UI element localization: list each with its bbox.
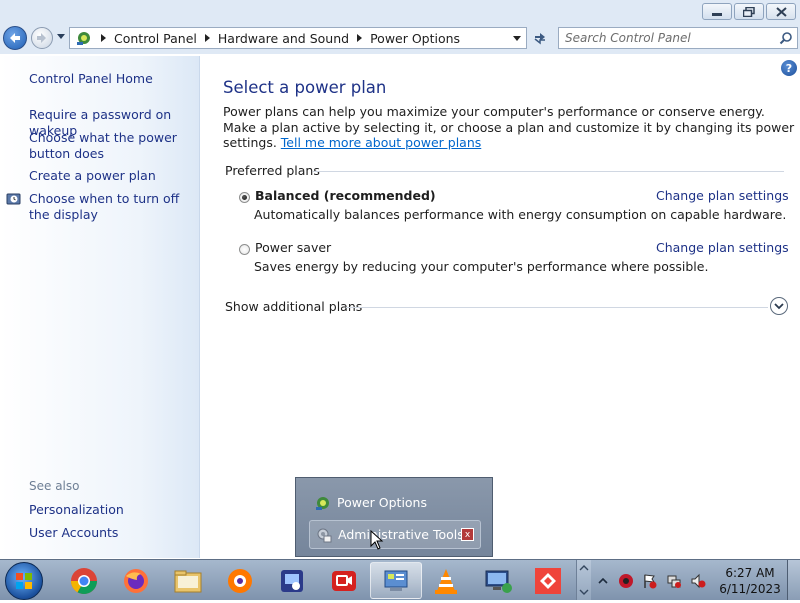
popup-item-power-options[interactable]: Power Options bbox=[309, 488, 481, 517]
control-panel-icon bbox=[77, 32, 90, 45]
taskbar-scroll-buttons[interactable] bbox=[576, 560, 591, 600]
forward-button[interactable] bbox=[31, 27, 53, 49]
power-saver-radio[interactable] bbox=[239, 244, 250, 255]
forward-arrow-icon bbox=[37, 33, 46, 43]
recorder-icon bbox=[332, 570, 356, 591]
preferred-plans-heading: Preferred plans bbox=[225, 163, 320, 178]
power-saver-plan-description: Saves energy by reducing your computer's… bbox=[254, 259, 709, 274]
close-window-button[interactable]: x bbox=[461, 528, 474, 541]
breadcrumb-separator[interactable] bbox=[204, 34, 210, 42]
popup-item-administrative-tools[interactable]: Administrative Tools x bbox=[309, 520, 481, 549]
chevron-down-icon bbox=[774, 303, 784, 310]
personalization-link[interactable]: Personalization bbox=[29, 502, 197, 518]
taskbar-avast[interactable] bbox=[214, 562, 266, 599]
power-button-link[interactable]: Choose what the power button does bbox=[29, 130, 197, 161]
taskbar-window-list-popup: Power Options Administrative Tools x bbox=[295, 477, 493, 557]
left-task-pane: Control Panel Home Require a password on… bbox=[0, 56, 200, 558]
avast-icon bbox=[228, 568, 252, 593]
chrome-icon bbox=[71, 567, 97, 594]
expand-plans-button[interactable] bbox=[770, 297, 788, 315]
remote-app-icon bbox=[281, 569, 303, 592]
popup-item-label: Power Options bbox=[337, 495, 427, 510]
clock-date: 6/11/2023 bbox=[719, 582, 781, 596]
title-bar bbox=[0, 0, 800, 24]
power-saver-plan-name[interactable]: Power saver bbox=[255, 240, 331, 255]
taskbar-chrome[interactable] bbox=[58, 562, 110, 599]
taskbar-control-panel[interactable] bbox=[370, 562, 422, 599]
minimize-icon bbox=[712, 12, 722, 16]
anydesk-icon bbox=[535, 567, 561, 594]
firefox-icon bbox=[124, 568, 148, 593]
create-power-plan-link[interactable]: Create a power plan bbox=[29, 168, 197, 184]
network-icon[interactable] bbox=[666, 573, 682, 589]
remote-desktop-icon bbox=[485, 570, 512, 593]
windows-logo-icon bbox=[16, 573, 32, 589]
refresh-button[interactable] bbox=[530, 28, 550, 48]
taskbar-remote-app[interactable] bbox=[266, 562, 318, 599]
balanced-radio[interactable] bbox=[239, 192, 250, 203]
breadcrumb-separator[interactable] bbox=[357, 34, 363, 42]
taskbar-file-explorer[interactable] bbox=[162, 562, 214, 599]
breadcrumb-separator[interactable] bbox=[101, 34, 106, 42]
page-title: Select a power plan bbox=[223, 78, 387, 97]
restore-button[interactable] bbox=[734, 3, 764, 20]
taskbar-firefox[interactable] bbox=[110, 562, 162, 599]
address-bar[interactable]: Control Panel Hardware and Sound Power O… bbox=[69, 27, 527, 49]
system-tray bbox=[618, 571, 718, 591]
back-button[interactable] bbox=[3, 26, 27, 50]
mouse-cursor-icon bbox=[370, 530, 384, 550]
restore-icon bbox=[743, 6, 755, 17]
start-button[interactable] bbox=[5, 562, 43, 600]
divider bbox=[346, 307, 768, 308]
close-icon bbox=[775, 6, 787, 17]
show-additional-plans-label[interactable]: Show additional plans bbox=[225, 299, 362, 314]
balanced-plan-name[interactable]: Balanced (recommended) bbox=[255, 188, 436, 203]
popup-item-label: Administrative Tools bbox=[338, 527, 464, 542]
breadcrumb-power-options[interactable]: Power Options bbox=[370, 31, 460, 46]
taskbar-vlc[interactable] bbox=[420, 562, 472, 599]
user-accounts-link[interactable]: User Accounts bbox=[29, 525, 197, 541]
taskbar-screen-recorder[interactable] bbox=[318, 562, 370, 599]
see-also-heading: See also bbox=[29, 479, 80, 493]
taskbar-anydesk[interactable] bbox=[522, 562, 574, 599]
back-arrow-icon bbox=[10, 33, 20, 43]
clock-time: 6:27 AM bbox=[725, 566, 775, 580]
divider bbox=[313, 171, 784, 172]
refresh-icon bbox=[534, 33, 545, 45]
action-center-flag-icon[interactable] bbox=[642, 573, 658, 589]
search-input[interactable] bbox=[565, 29, 775, 47]
address-history-dropdown[interactable] bbox=[513, 36, 521, 41]
taskbar-clock[interactable]: 6:27 AM 6/11/2023 bbox=[719, 565, 781, 597]
intro-text: Power plans can help you maximize your c… bbox=[223, 104, 795, 151]
breadcrumb-hardware-and-sound[interactable]: Hardware and Sound bbox=[218, 31, 349, 46]
turn-off-display-link[interactable]: Choose when to turn off the display bbox=[29, 191, 197, 222]
recent-pages-dropdown[interactable] bbox=[57, 34, 65, 39]
search-box[interactable] bbox=[558, 27, 798, 49]
search-icon[interactable] bbox=[779, 31, 793, 45]
volume-muted-icon[interactable] bbox=[690, 573, 706, 589]
breadcrumb-control-panel[interactable]: Control Panel bbox=[114, 31, 197, 46]
help-button[interactable]: ? bbox=[781, 60, 797, 76]
power-options-icon bbox=[316, 496, 329, 510]
tell-me-more-link[interactable]: Tell me more about power plans bbox=[281, 135, 481, 150]
display-clock-icon bbox=[6, 193, 21, 205]
balanced-plan-description: Automatically balances performance with … bbox=[254, 207, 787, 222]
show-hidden-icons-chevron-icon[interactable] bbox=[598, 578, 608, 584]
navigation-bar: Control Panel Hardware and Sound Power O… bbox=[0, 24, 800, 54]
close-button[interactable] bbox=[766, 3, 796, 20]
taskbar-scroll-arrows-icon bbox=[579, 565, 589, 595]
administrative-tools-icon bbox=[317, 528, 332, 542]
power-saver-change-settings-link[interactable]: Change plan settings bbox=[656, 240, 789, 255]
minimize-button[interactable] bbox=[702, 3, 732, 20]
control-panel-home-link[interactable]: Control Panel Home bbox=[29, 71, 197, 87]
balanced-change-settings-link[interactable]: Change plan settings bbox=[656, 188, 789, 203]
taskbar-remote-desktop[interactable] bbox=[472, 562, 524, 599]
security-tray-icon[interactable] bbox=[618, 573, 634, 589]
show-desktop-button[interactable] bbox=[787, 560, 800, 600]
vlc-icon bbox=[435, 568, 457, 594]
control-panel-icon bbox=[384, 570, 408, 591]
folder-icon bbox=[174, 570, 202, 592]
